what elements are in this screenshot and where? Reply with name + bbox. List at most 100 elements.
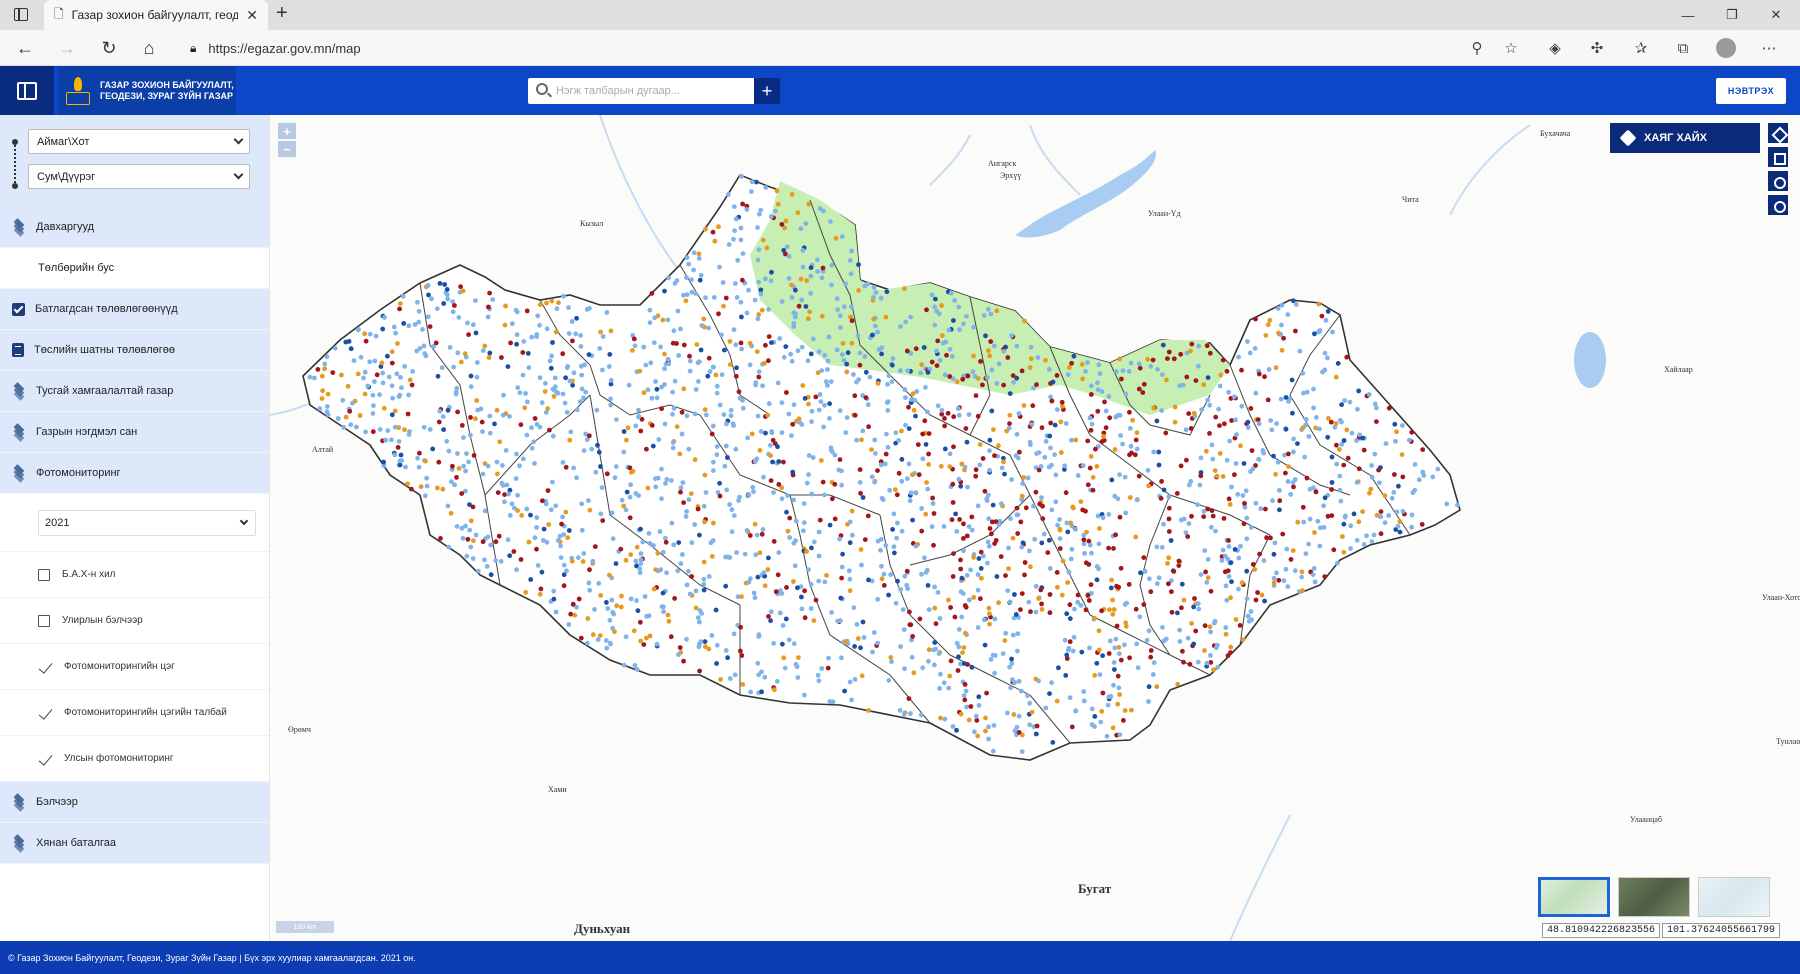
monitoring-point[interactable] bbox=[731, 236, 736, 242]
monitoring-point[interactable] bbox=[1236, 354, 1241, 360]
monitoring-point[interactable] bbox=[962, 464, 968, 470]
monitoring-point[interactable] bbox=[1090, 475, 1096, 480]
monitoring-point[interactable] bbox=[1043, 705, 1049, 711]
monitoring-point[interactable] bbox=[875, 596, 881, 602]
monitoring-point[interactable] bbox=[1063, 490, 1069, 496]
monitoring-point[interactable] bbox=[560, 391, 566, 397]
browser-sidebar-icon[interactable] bbox=[14, 8, 28, 21]
monitoring-point[interactable] bbox=[999, 465, 1005, 471]
monitoring-point[interactable] bbox=[878, 547, 883, 553]
monitoring-point[interactable] bbox=[1032, 536, 1038, 542]
monitoring-point[interactable] bbox=[474, 374, 480, 380]
monitoring-point[interactable] bbox=[608, 396, 613, 402]
monitoring-point[interactable] bbox=[1393, 438, 1398, 444]
monitoring-point[interactable] bbox=[734, 365, 739, 371]
monitoring-point[interactable] bbox=[982, 488, 988, 494]
monitoring-point[interactable] bbox=[1341, 438, 1347, 443]
monitoring-point[interactable] bbox=[523, 590, 529, 595]
monitoring-point[interactable] bbox=[319, 396, 325, 401]
monitoring-point[interactable] bbox=[1179, 605, 1184, 611]
monitoring-point[interactable] bbox=[1090, 487, 1096, 493]
monitoring-point[interactable] bbox=[1039, 601, 1044, 607]
monitoring-point[interactable] bbox=[566, 331, 572, 336]
monitoring-point[interactable] bbox=[958, 566, 964, 572]
monitoring-point[interactable] bbox=[852, 412, 858, 418]
monitoring-point[interactable] bbox=[964, 314, 969, 319]
monitoring-point[interactable] bbox=[670, 440, 676, 445]
monitoring-point[interactable] bbox=[696, 251, 702, 257]
monitoring-point[interactable] bbox=[637, 619, 643, 625]
monitoring-point[interactable] bbox=[1137, 614, 1143, 620]
monitoring-point[interactable] bbox=[784, 509, 789, 515]
monitoring-point[interactable] bbox=[367, 359, 373, 365]
monitoring-point[interactable] bbox=[554, 306, 560, 312]
monitoring-point[interactable] bbox=[1069, 360, 1074, 366]
monitoring-point[interactable] bbox=[958, 483, 964, 489]
monitoring-point[interactable] bbox=[1073, 708, 1079, 713]
monitoring-point[interactable] bbox=[529, 334, 535, 340]
monitoring-point[interactable] bbox=[1369, 463, 1374, 468]
monitoring-point[interactable] bbox=[699, 323, 705, 328]
monitoring-point[interactable] bbox=[754, 456, 760, 462]
monitoring-point[interactable] bbox=[1123, 391, 1129, 397]
monitoring-point[interactable] bbox=[508, 340, 513, 346]
monitoring-point[interactable] bbox=[822, 402, 827, 408]
monitoring-point[interactable] bbox=[768, 214, 774, 219]
monitoring-point[interactable] bbox=[1271, 575, 1277, 581]
monitoring-point[interactable] bbox=[437, 281, 443, 286]
monitoring-point[interactable] bbox=[996, 443, 1001, 449]
monitoring-point[interactable] bbox=[589, 446, 595, 452]
monitoring-point[interactable] bbox=[1193, 378, 1199, 383]
monitoring-point[interactable] bbox=[1083, 369, 1088, 374]
monitoring-point[interactable] bbox=[986, 736, 991, 742]
monitoring-point[interactable] bbox=[1057, 536, 1063, 541]
monitoring-point[interactable] bbox=[703, 226, 708, 232]
monitoring-point[interactable] bbox=[791, 579, 796, 584]
monitoring-point[interactable] bbox=[881, 571, 887, 577]
monitoring-point[interactable] bbox=[583, 389, 589, 395]
monitoring-point[interactable] bbox=[871, 630, 877, 635]
monitoring-point[interactable] bbox=[753, 552, 759, 558]
monitoring-point[interactable] bbox=[1038, 464, 1044, 469]
monitoring-point[interactable] bbox=[686, 446, 692, 452]
monitoring-point[interactable] bbox=[1007, 421, 1012, 426]
monitoring-point[interactable] bbox=[1311, 405, 1316, 411]
monitoring-point[interactable] bbox=[1120, 441, 1125, 447]
monitoring-point[interactable] bbox=[709, 554, 715, 559]
monitoring-point[interactable] bbox=[476, 568, 481, 574]
monitoring-point[interactable] bbox=[789, 282, 794, 288]
monitoring-point[interactable] bbox=[1094, 577, 1100, 583]
monitoring-point[interactable] bbox=[553, 609, 559, 615]
monitoring-point[interactable] bbox=[1059, 592, 1065, 598]
monitoring-point[interactable] bbox=[1369, 474, 1375, 480]
monitoring-point[interactable] bbox=[1073, 437, 1079, 443]
monitoring-point[interactable] bbox=[1179, 581, 1185, 587]
monitoring-point[interactable] bbox=[791, 321, 797, 326]
monitoring-point[interactable] bbox=[656, 437, 662, 442]
monitoring-point[interactable] bbox=[402, 364, 408, 369]
monitoring-point[interactable] bbox=[956, 476, 962, 482]
monitoring-point[interactable] bbox=[785, 493, 790, 498]
monitoring-point[interactable] bbox=[885, 408, 891, 413]
monitoring-point[interactable] bbox=[507, 553, 513, 559]
monitoring-point[interactable] bbox=[782, 665, 788, 671]
monitoring-point[interactable] bbox=[474, 398, 480, 403]
monitoring-point[interactable] bbox=[671, 542, 677, 548]
monitoring-point[interactable] bbox=[725, 655, 730, 661]
monitoring-point[interactable] bbox=[1304, 475, 1310, 481]
monitoring-point[interactable] bbox=[984, 690, 989, 696]
monitoring-point[interactable] bbox=[1075, 592, 1081, 598]
monitoring-point[interactable] bbox=[1112, 645, 1118, 651]
monitoring-point[interactable] bbox=[1106, 651, 1112, 656]
monitoring-point[interactable] bbox=[977, 442, 983, 447]
monitoring-point[interactable] bbox=[724, 487, 730, 493]
monitoring-point[interactable] bbox=[1123, 510, 1129, 516]
monitoring-point[interactable] bbox=[641, 642, 647, 647]
minimize-button[interactable]: — bbox=[1666, 0, 1710, 30]
monitoring-point[interactable] bbox=[390, 395, 395, 401]
monitoring-point[interactable] bbox=[886, 678, 892, 683]
monitoring-point[interactable] bbox=[467, 527, 473, 533]
monitoring-point[interactable] bbox=[835, 307, 840, 312]
back-icon[interactable]: ← bbox=[12, 35, 38, 61]
monitoring-point[interactable] bbox=[773, 589, 779, 595]
